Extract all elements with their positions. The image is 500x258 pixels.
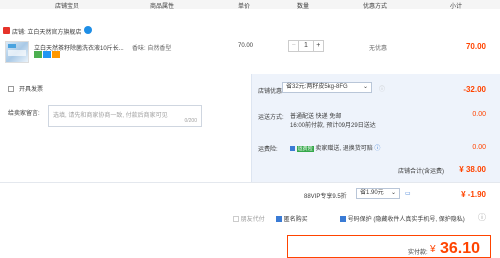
shipping-method: 普通配送 快递 免邮 [290, 114, 342, 120]
anonymous-checkbox[interactable] [276, 216, 282, 223]
discount-method: 无优惠 [369, 46, 388, 52]
return-insurance-text: 卖家赠送, 退换货可赔 [315, 146, 373, 152]
invoice-label: 开具发票 [18, 87, 43, 93]
return-insurance-info: 运费险 卖家赠送, 退换货可赔 ⓘ [290, 143, 380, 152]
return-insurance-label: 运费险: [258, 147, 278, 153]
return-insurance-amount: 0.00 [472, 144, 486, 151]
thumb-label-icon [8, 50, 26, 56]
store-discount-amount: -32.00 [463, 85, 486, 94]
info-icon[interactable]: ⓘ [379, 84, 385, 93]
privacy-checkbox[interactable] [340, 216, 346, 223]
help-icon[interactable]: ⓘ [478, 212, 486, 223]
invoice-checkbox[interactable] [8, 86, 14, 93]
vip-discount-value: 省1.90元 [360, 190, 384, 196]
chevron-down-icon: ⌄ [390, 190, 396, 196]
friend-pay-label: 朋友代付 [240, 217, 265, 223]
friend-pay-checkbox[interactable] [233, 216, 239, 223]
header-attributes: 商品属性 [150, 4, 175, 10]
qty-minus-button[interactable]: − [289, 41, 300, 51]
shipping-label: 运送方式: [258, 115, 284, 121]
vip-discount-amount: ¥ -1.90 [461, 190, 486, 199]
header-subtotal: 小计 [450, 4, 463, 10]
return-insurance-badge: 运费险 [296, 146, 314, 152]
item-subtotal: 70.00 [465, 42, 486, 51]
store-discount-value: 省32元:两籽皮5kg-8FG [286, 84, 348, 90]
qty-value[interactable]: 1 [299, 41, 314, 51]
header-quantity: 数量 [297, 4, 310, 10]
header-price: 单价 [238, 4, 251, 10]
store-discount-select[interactable]: 省32元:两籽皮5kg-8FG ⌄ [282, 82, 372, 93]
qty-plus-button[interactable]: + [314, 41, 323, 51]
message-char-count: 0/200 [184, 118, 197, 124]
table-header: 店铺宝贝 商品属性 单价 数量 优惠方式 小计 [0, 0, 500, 10]
order-item: 立白天然茶籽除菌洗衣液10斤长... 香味: 自然香型 70.00 − 1 + … [0, 36, 500, 67]
invoice-option[interactable]: 开具发票 [8, 84, 43, 93]
pay-amount: 36.10 [440, 240, 481, 257]
store-total-label: 店铺合计(含运费) [398, 169, 444, 175]
auth-icon [43, 51, 51, 58]
anonymous-option[interactable]: 匿名购买 [276, 214, 308, 223]
privacy-label: 号码保护 [347, 217, 372, 223]
message-input[interactable]: 选填, 请先和商家协商一致, 付款后商家可见 0/200 [48, 105, 202, 127]
product-attribute: 香味: 自然香型 [132, 46, 172, 52]
thumb-tag-icon [8, 44, 16, 48]
privacy-note: (隐藏收件人真实手机号, 保护隐私) [373, 217, 465, 223]
service-icons [34, 51, 61, 58]
pay-currency: ¥ [430, 244, 436, 255]
privacy-option[interactable]: 号码保护 (隐藏收件人真实手机号, 保护隐私) [340, 214, 465, 223]
payment-summary: 实付款: ¥ 36.10 [287, 235, 491, 258]
card-icon [52, 51, 60, 58]
header-store-items: 店铺宝贝 [55, 4, 80, 10]
anonymous-label: 匿名购买 [283, 217, 308, 223]
header-discount: 优惠方式 [363, 4, 388, 10]
unit-price: 70.00 [238, 43, 254, 49]
quantity-stepper: − 1 + [288, 40, 324, 52]
store-discount-label: 店铺优惠: [258, 89, 284, 95]
store-name[interactable]: 店铺: 立白天然官方旗舰店 [12, 27, 81, 36]
vip-discount-select[interactable]: 省1.90元 ⌄ [356, 188, 400, 199]
divider [0, 182, 500, 183]
store-row: 店铺: 立白天然官方旗舰店 [0, 24, 500, 36]
message-placeholder: 选填, 请先和商家协商一致, 付款后商家可见 [53, 113, 168, 119]
chevron-down-icon: ⌄ [362, 84, 368, 90]
store-total-amount: ¥ 38.00 [459, 165, 486, 174]
friend-pay-option[interactable]: 朋友代付 [233, 214, 265, 223]
product-thumbnail[interactable] [5, 41, 29, 63]
shipping-amount: 0.00 [472, 111, 486, 118]
message-label: 给卖家留言: [8, 111, 40, 117]
help-icon[interactable]: ⓘ [374, 146, 380, 152]
store-icon [3, 27, 10, 34]
shipping-eta: 16:00前付款, 预计09月29日送达 [290, 123, 376, 129]
vip-discount-label: 88VIP专享9.5折 [304, 194, 347, 200]
chat-bubble-icon[interactable]: ▭ [405, 190, 411, 197]
chat-icon[interactable] [84, 26, 92, 34]
guarantee-icon [34, 51, 42, 58]
pay-label: 实付款: [408, 250, 428, 256]
return-insurance-checkbox[interactable] [290, 145, 295, 151]
